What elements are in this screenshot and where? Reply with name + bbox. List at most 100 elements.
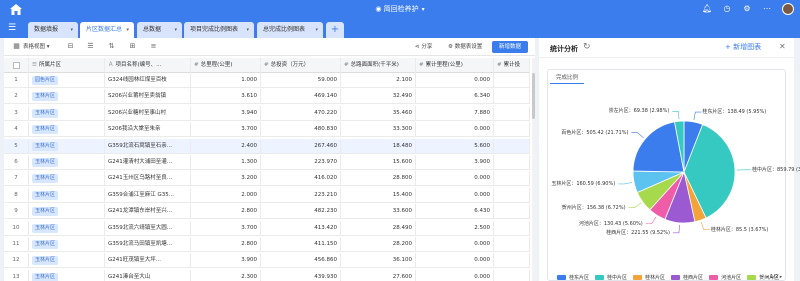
tab-data-entry[interactable]: 数据填报 ▾ bbox=[28, 22, 78, 38]
row-index[interactable]: 11 bbox=[4, 237, 29, 252]
cell[interactable] bbox=[494, 171, 530, 187]
add-data-button[interactable]: 新增数据 bbox=[492, 41, 528, 53]
invest-cell[interactable]: 470.220 bbox=[261, 105, 341, 121]
invest-cell[interactable]: 267.460 bbox=[261, 138, 341, 154]
column-header[interactable]: Ａ 项目名称(编号、... bbox=[105, 58, 191, 73]
district-cell[interactable]: 玉林片区 bbox=[29, 155, 105, 170]
row-index[interactable]: 1 bbox=[4, 73, 29, 88]
invest-cell[interactable]: 59.000 bbox=[261, 73, 341, 88]
mileage-cell[interactable]: 3.700 bbox=[191, 122, 261, 138]
name-cell[interactable]: S206我沿大棠至朱亲 bbox=[105, 122, 191, 138]
invest-cell[interactable]: 411.150 bbox=[261, 237, 341, 252]
area-cell[interactable]: 35.460 bbox=[341, 105, 416, 121]
district-cell[interactable]: 玉林片区 bbox=[29, 187, 105, 203]
cum-cell[interactable]: 0.000 bbox=[416, 253, 494, 269]
district-cell[interactable]: 玉林片区 bbox=[29, 269, 105, 281]
tab-total-data[interactable]: 总数据 ▾ bbox=[137, 22, 182, 38]
name-cell[interactable]: G359合浦江至麻江 G35... bbox=[105, 187, 191, 203]
district-cell[interactable]: 玉林片区 bbox=[29, 171, 105, 187]
name-cell[interactable]: G241灌清村大浦田至灌... bbox=[105, 155, 191, 170]
legend-item[interactable]: 桂东片区 bbox=[557, 274, 589, 281]
mileage-cell[interactable]: 3.940 bbox=[191, 105, 261, 121]
cum-cell[interactable]: 7.880 bbox=[416, 105, 494, 121]
mileage-cell[interactable]: 2.800 bbox=[191, 204, 261, 220]
district-cell[interactable]: 玉林片区 bbox=[29, 122, 105, 138]
cum-cell[interactable]: 6.340 bbox=[416, 89, 494, 105]
checkbox[interactable] bbox=[13, 62, 20, 69]
area-cell[interactable]: 2.100 bbox=[341, 73, 416, 88]
mileage-cell[interactable]: 3.200 bbox=[191, 171, 261, 187]
cell[interactable] bbox=[494, 155, 530, 170]
cell[interactable] bbox=[494, 204, 530, 220]
select-all-checkbox[interactable] bbox=[4, 58, 29, 73]
district-cell[interactable]: 玉林片区 bbox=[29, 204, 105, 220]
mileage-cell[interactable]: 2.800 bbox=[191, 237, 261, 252]
table-row[interactable]: 8 玉林片区 G359合浦江至麻江 G35... 2.000 223.210 15.400… bbox=[4, 187, 530, 203]
area-cell[interactable]: 15.400 bbox=[341, 187, 416, 203]
column-header[interactable]: # 累计里程(公里) bbox=[416, 58, 494, 73]
tab-district-summary[interactable]: 片区数据汇总 ▾ bbox=[80, 22, 134, 38]
cum-cell[interactable]: 2.500 bbox=[416, 220, 494, 236]
bell-icon[interactable]: 🔔︎ bbox=[702, 3, 712, 15]
table-row[interactable]: 9 玉林片区 G241龙潭镇东岸村至兴... 2.800 482.230 33.600 6.… bbox=[4, 204, 530, 220]
refresh-icon[interactable]: ↻ bbox=[583, 42, 591, 52]
invest-cell[interactable]: 469.140 bbox=[261, 89, 341, 105]
row-index[interactable]: 6 bbox=[4, 155, 29, 170]
name-cell[interactable]: S206兴业莆村至卖翁镇 bbox=[105, 89, 191, 105]
area-cell[interactable]: 28.800 bbox=[341, 171, 416, 187]
table-row[interactable]: 13 玉林片区 G241溱台至大山 2.300 439.930 27.600 0.000 bbox=[4, 269, 530, 281]
settings-icon[interactable]: ⚙ bbox=[742, 3, 752, 15]
invest-cell[interactable]: 480.830 bbox=[261, 122, 341, 138]
cell[interactable] bbox=[494, 253, 530, 269]
mileage-cell[interactable]: 2.300 bbox=[191, 269, 261, 281]
cell[interactable] bbox=[494, 105, 530, 121]
tab-total-chart[interactable]: 总完成比例图表 ▾ bbox=[257, 22, 323, 38]
invest-cell[interactable]: 482.230 bbox=[261, 204, 341, 220]
area-cell[interactable]: 33.300 bbox=[341, 122, 416, 138]
table-row[interactable]: 6 玉林片区 G241灌清村大浦田至灌... 1.300 223.970 15.600 3.… bbox=[4, 155, 530, 170]
row-index[interactable]: 5 bbox=[4, 138, 29, 154]
table-row[interactable]: 3 玉林片区 S206兴业糖村至事山村 3.940 470.220 35.460 7.880 bbox=[4, 105, 530, 121]
cum-cell[interactable]: 0.000 bbox=[416, 171, 494, 187]
name-cell[interactable]: G359北流六靖镇至大圆... bbox=[105, 220, 191, 236]
table-settings-button[interactable]: ⚙ 数据表设置 bbox=[448, 42, 482, 52]
mileage-cell[interactable]: 3.610 bbox=[191, 89, 261, 105]
legend-pager[interactable]: ◂ 1/2 ▸ bbox=[766, 274, 782, 280]
district-cell[interactable]: 玉林片区 bbox=[29, 220, 105, 236]
legend-item[interactable]: 河池片区 bbox=[709, 274, 741, 281]
legend-item[interactable]: 桂林片区 bbox=[633, 274, 665, 281]
cum-cell[interactable]: 5.600 bbox=[416, 138, 494, 154]
sort-icon[interactable]: ⇅ bbox=[107, 42, 116, 51]
mileage-cell[interactable]: 2.400 bbox=[191, 138, 261, 154]
tab-project-chart[interactable]: 项目完成比例图表 ▾ bbox=[184, 22, 254, 38]
table-row[interactable]: 11 玉林片区 G359北流马田镇至凯塘... 2.800 411.150 28.200 0… bbox=[4, 237, 530, 252]
area-cell[interactable]: 15.600 bbox=[341, 155, 416, 170]
column-header[interactable]: # 总里程(公里) bbox=[191, 58, 261, 73]
table-row[interactable]: 2 玉林片区 S206兴业莆村至卖翁镇 3.610 469.140 32.490 6.340 bbox=[4, 89, 530, 105]
name-cell[interactable]: G241旺茂镇至大坪... bbox=[105, 253, 191, 269]
row-index[interactable]: 3 bbox=[4, 105, 29, 121]
more-icon[interactable]: ⋯ bbox=[762, 3, 772, 15]
column-header[interactable]: # 总路面面积(千平米) bbox=[341, 58, 416, 73]
area-cell[interactable]: 28.200 bbox=[341, 237, 416, 252]
name-cell[interactable]: G241溱台至大山 bbox=[105, 269, 191, 281]
table-row[interactable]: 10 玉林片区 G359北流六靖镇至大圆... 3.700 413.420 28.490 2… bbox=[4, 220, 530, 236]
share-button[interactable]: ⋖ 分享 bbox=[415, 42, 432, 52]
cell[interactable] bbox=[494, 220, 530, 236]
area-cell[interactable]: 28.490 bbox=[341, 220, 416, 236]
row-height-icon[interactable]: ≡ bbox=[149, 42, 158, 51]
legend-item[interactable]: 桂中片区 bbox=[595, 274, 627, 281]
area-cell[interactable]: 18.480 bbox=[341, 138, 416, 154]
fields-icon[interactable]: ⊞ bbox=[128, 42, 137, 51]
cum-cell[interactable]: 0.000 bbox=[416, 73, 494, 88]
group-icon[interactable]: ☰ bbox=[86, 42, 95, 51]
cum-cell[interactable]: 3.900 bbox=[416, 155, 494, 170]
invest-cell[interactable]: 456.860 bbox=[261, 253, 341, 269]
area-cell[interactable]: 33.600 bbox=[341, 204, 416, 220]
filter-icon[interactable]: ⊟ bbox=[66, 42, 75, 51]
history-icon[interactable]: ◷ bbox=[722, 3, 732, 15]
district-cell[interactable]: 玉林片区 bbox=[29, 237, 105, 252]
row-index[interactable]: 4 bbox=[4, 122, 29, 138]
cum-cell[interactable]: 6.430 bbox=[416, 204, 494, 220]
invest-cell[interactable]: 413.420 bbox=[261, 220, 341, 236]
